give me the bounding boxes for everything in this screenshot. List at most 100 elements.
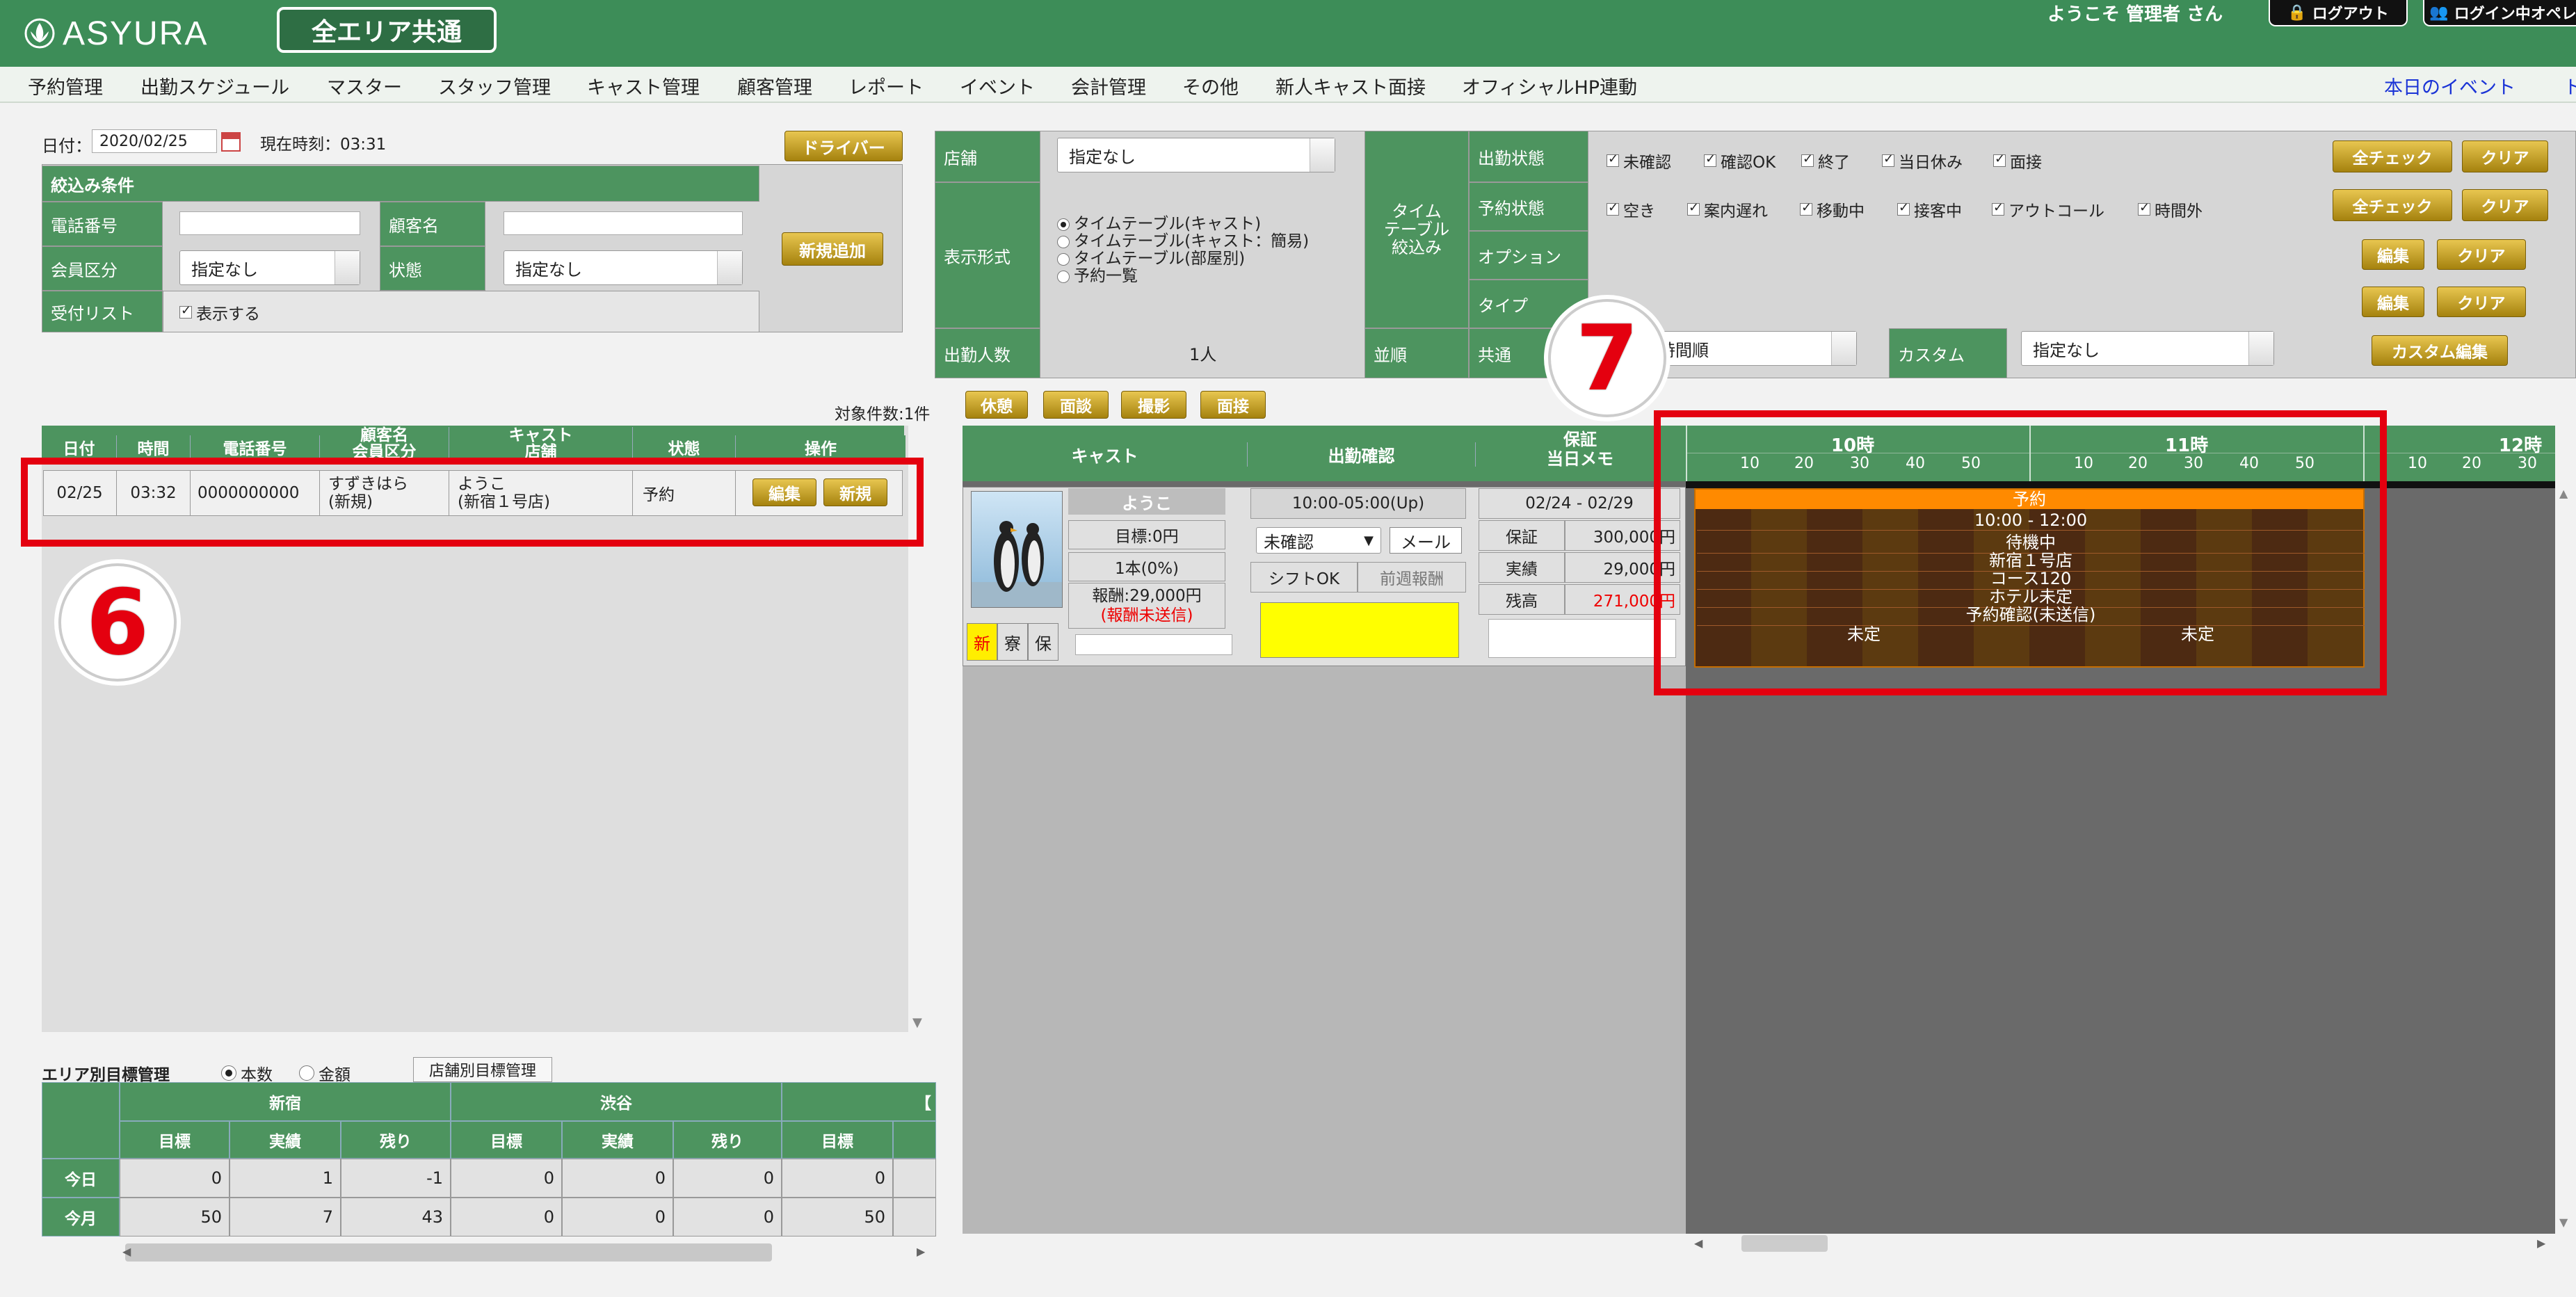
type-edit-button[interactable]: 編集 xyxy=(2362,287,2424,317)
col-cast: キャスト 店舗 xyxy=(449,427,633,460)
logout-button[interactable]: 🔒 ログアウト xyxy=(2269,0,2408,26)
check-outcall[interactable]: アウトコール xyxy=(1992,198,2104,221)
menu-official-hp[interactable]: オフィシャルHP連動 xyxy=(1462,72,1637,99)
tt-scroll-down-icon[interactable]: ▼ xyxy=(2559,1216,2568,1229)
shop-select[interactable]: 指定なし xyxy=(1057,138,1335,172)
shop-label: 店舗 xyxy=(935,131,1040,182)
check-overtime[interactable]: 時間外 xyxy=(2138,198,2203,221)
menu-staff[interactable]: スタッフ管理 xyxy=(438,72,551,99)
logged-in-operators-button[interactable]: 👥 ログイン中オペレ xyxy=(2423,0,2576,26)
row-today-label: 今日 xyxy=(42,1159,120,1198)
check-vacant[interactable]: 空き xyxy=(1607,198,1655,221)
customer-name-input[interactable] xyxy=(504,211,743,235)
timetable-hscroll-thumb[interactable] xyxy=(1741,1235,1828,1252)
attend-status-select[interactable]: 未確認 ▼ xyxy=(1256,527,1381,554)
calendar-icon[interactable] xyxy=(221,132,241,152)
target-hscrollbar[interactable] xyxy=(125,1243,772,1262)
cast-memo-input[interactable] xyxy=(1075,634,1232,655)
member-type-select[interactable]: 指定なし xyxy=(179,250,360,285)
minute-tick: 10 xyxy=(2408,455,2427,472)
menu-event[interactable]: イベント xyxy=(960,72,1035,99)
resv-all-check-button[interactable]: 全チェック xyxy=(2333,189,2452,221)
timetable-vscroll-track[interactable] xyxy=(2555,487,2576,1234)
prev-week-pay[interactable]: 前週報酬 xyxy=(1358,562,1466,593)
interview-button[interactable]: 面接 xyxy=(1200,391,1266,419)
menu-reservation[interactable]: 予約管理 xyxy=(28,72,103,99)
custom-label: カスタム xyxy=(1889,328,2007,378)
list-scroll-down-icon[interactable]: ▼ xyxy=(912,1015,922,1030)
day-memo-input[interactable] xyxy=(1488,619,1676,658)
status-select[interactable]: 指定なし xyxy=(504,250,743,285)
tt-scroll-right-icon[interactable]: ▶ xyxy=(2537,1236,2545,1250)
menu-master[interactable]: マスター xyxy=(327,72,402,99)
driver-button[interactable]: ドライバー xyxy=(784,131,903,161)
logged-in-label: ログイン中オペレ xyxy=(2454,6,2576,23)
sub-actual-1: 実績 xyxy=(230,1121,341,1159)
cast-pay-note: (報酬未送信) xyxy=(1100,606,1193,625)
dropdown-arrow-icon: ▼ xyxy=(1364,533,1374,548)
option-clear-button[interactable]: クリア xyxy=(2437,239,2526,270)
radio-tt-room[interactable]: タイムテーブル(部屋別) xyxy=(1057,250,1309,268)
sub-goal-1: 目標 xyxy=(120,1121,230,1159)
menu-cast[interactable]: キャスト管理 xyxy=(587,72,700,99)
check-delayed[interactable]: 案内遅れ xyxy=(1687,198,1768,221)
check-delayed-label: 案内遅れ xyxy=(1704,202,1768,220)
radio-tt-cast[interactable]: タイムテーブル(キャスト) xyxy=(1057,216,1309,233)
asyura-logo[interactable]: ASYURA xyxy=(24,13,208,54)
scroll-left-icon[interactable]: ◀ xyxy=(122,1245,131,1258)
check-interview[interactable]: 面接 xyxy=(1993,149,2042,172)
display-format-radios: タイムテーブル(キャスト) タイムテーブル(キャスト：簡易) タイムテーブル(部… xyxy=(1057,216,1309,285)
attend-memo-box[interactable] xyxy=(1260,602,1459,658)
cast-photo[interactable] xyxy=(971,491,1063,608)
option-edit-button[interactable]: 編集 xyxy=(2362,239,2424,270)
check-unconfirmed[interactable]: 未確認 xyxy=(1607,149,1671,172)
option-label: オプション xyxy=(1469,231,1588,280)
tt-scroll-left-icon[interactable]: ◀ xyxy=(1694,1236,1702,1250)
check-day-off[interactable]: 当日休み xyxy=(1882,149,1963,172)
cast-name[interactable]: ようこ xyxy=(1068,488,1225,515)
check-finished[interactable]: 終了 xyxy=(1801,149,1850,172)
radio-amount[interactable]: 金額 xyxy=(299,1061,351,1085)
today-event-extra[interactable]: ト xyxy=(2563,72,2576,99)
cast-target: 目標:0円 xyxy=(1068,520,1225,549)
tt-scroll-up-icon[interactable]: ▲ xyxy=(2559,487,2568,500)
check-moving[interactable]: 移動中 xyxy=(1800,198,1865,221)
shooting-button[interactable]: 撮影 xyxy=(1121,391,1186,419)
menu-interview[interactable]: 新人キャスト面接 xyxy=(1275,72,1426,99)
area-select-button[interactable]: 全エリア共通 xyxy=(277,7,497,53)
radio-reservation-list[interactable]: 予約一覧 xyxy=(1057,268,1309,285)
menu-customer[interactable]: 顧客管理 xyxy=(737,72,812,99)
receipt-list-checkbox[interactable]: 表示する xyxy=(179,300,260,324)
tag-dorm: 寮 xyxy=(997,623,1028,661)
menu-other[interactable]: その他 xyxy=(1182,72,1239,99)
today-event-link[interactable]: 本日のイベント xyxy=(2384,72,2515,99)
break-button[interactable]: 休憩 xyxy=(965,391,1028,419)
menu-schedule[interactable]: 出勤スケジュール xyxy=(140,72,289,99)
today-value: -1 xyxy=(341,1159,451,1198)
meeting-button[interactable]: 面談 xyxy=(1043,391,1109,419)
penguin-photo-icon xyxy=(972,521,1062,607)
type-clear-button[interactable]: クリア xyxy=(2437,287,2526,317)
custom-edit-button[interactable]: カスタム編集 xyxy=(2372,335,2508,366)
radio-count[interactable]: 本数 xyxy=(221,1061,273,1085)
mail-button[interactable]: メール xyxy=(1390,527,1462,554)
date-input[interactable]: 2020/02/25 xyxy=(92,129,217,153)
radio-tt-cast-simple[interactable]: タイムテーブル(キャスト：簡易) xyxy=(1057,233,1309,250)
reservation-status-label: 予約状態 xyxy=(1469,182,1588,231)
phone-input[interactable] xyxy=(179,211,360,235)
menu-report[interactable]: レポート xyxy=(848,72,924,99)
status-label: 状態 xyxy=(380,246,485,291)
today-value: 0 xyxy=(562,1159,673,1198)
attend-all-check-button[interactable]: 全チェック xyxy=(2333,140,2452,172)
col-status: 状態 xyxy=(633,435,736,459)
menu-accounting[interactable]: 会計管理 xyxy=(1071,72,1146,99)
check-serving[interactable]: 接客中 xyxy=(1897,198,1962,221)
attend-clear-button[interactable]: クリア xyxy=(2462,140,2548,172)
shop-target-button[interactable]: 店舗別目標管理 xyxy=(413,1057,552,1082)
custom-select[interactable]: 指定なし xyxy=(2021,331,2274,366)
logo-text: ASYURA xyxy=(63,15,209,52)
check-confirmed[interactable]: 確認OK xyxy=(1704,149,1776,172)
new-add-button[interactable]: 新規追加 xyxy=(782,232,883,266)
scroll-right-icon[interactable]: ▶ xyxy=(917,1245,925,1258)
resv-clear-button[interactable]: クリア xyxy=(2462,189,2548,221)
